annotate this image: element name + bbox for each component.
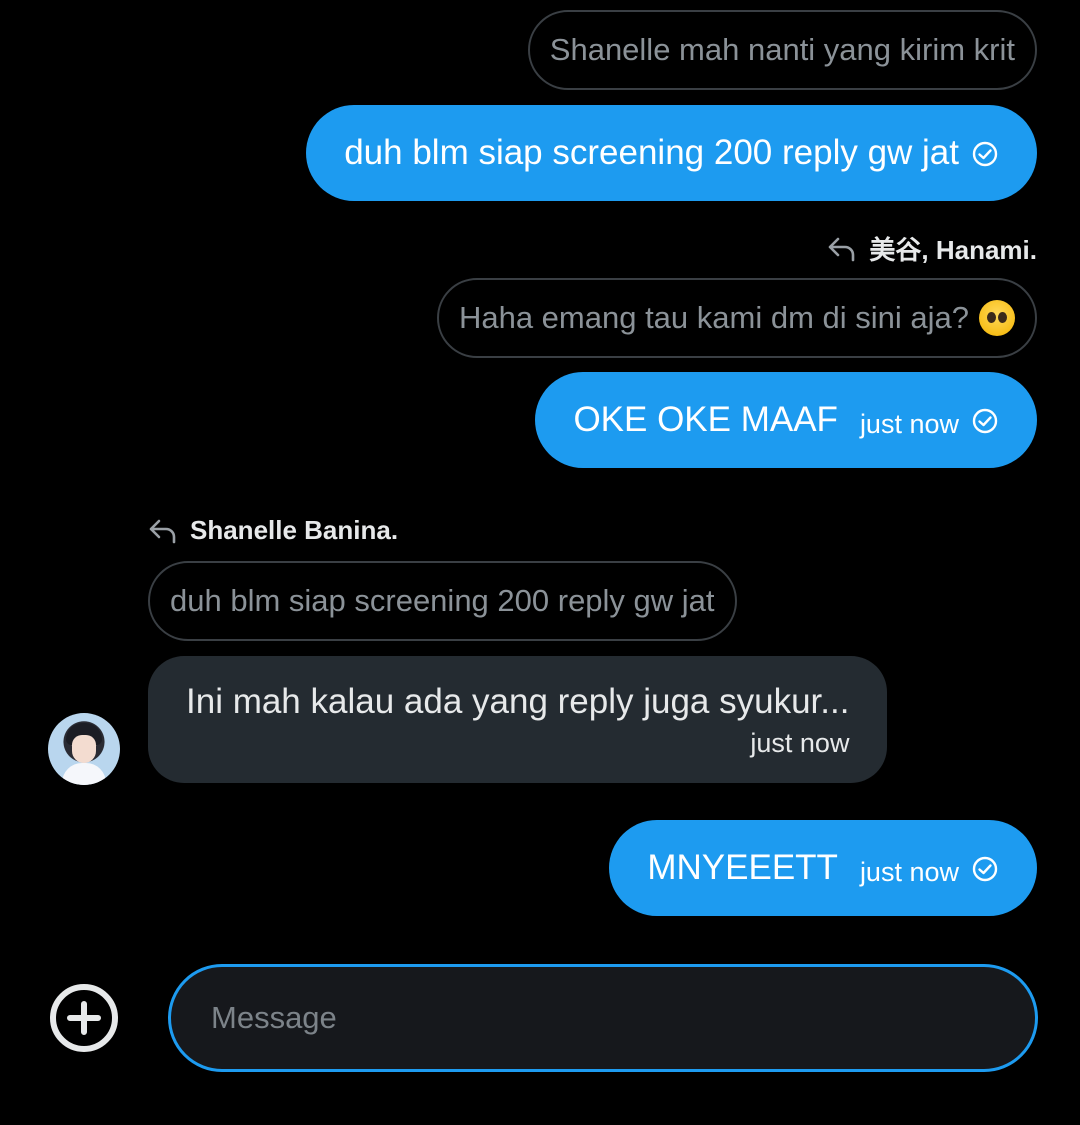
message-text: MNYEEETT bbox=[647, 848, 838, 887]
avatar-face bbox=[72, 735, 96, 763]
message-text: duh blm siap screening 200 reply gw jat bbox=[344, 133, 959, 172]
quoted-message[interactable]: Shanelle mah nanti yang kirim krit bbox=[527, 10, 1037, 90]
avatar[interactable] bbox=[48, 713, 120, 785]
quoted-message-text: duh blm siap screening 200 reply gw jat bbox=[170, 583, 715, 618]
reply-context: 美谷, Hanami. bbox=[827, 230, 1037, 267]
reply-target-name: Shanelle Banina. bbox=[190, 515, 399, 545]
reply-target-name: 美谷, Hanami. bbox=[869, 235, 1037, 265]
reply-arrow-icon bbox=[829, 237, 855, 261]
reply-arrow-icon bbox=[149, 519, 176, 543]
message-input-box[interactable] bbox=[168, 964, 1038, 1072]
outgoing-message[interactable]: duh blm siap screening 200 reply gw jat bbox=[306, 105, 1037, 201]
avatar-body bbox=[62, 763, 106, 785]
outgoing-message[interactable]: OKE OKE MAAF just now bbox=[535, 372, 1037, 468]
message-input[interactable] bbox=[211, 1000, 1035, 1036]
message-time: just now bbox=[859, 856, 959, 887]
message-text: Ini mah kalau ada yang reply juga syukur… bbox=[186, 682, 850, 721]
outgoing-message[interactable]: MNYEEETT just now bbox=[609, 820, 1037, 916]
pleading-face-icon bbox=[979, 300, 1015, 336]
message-time: just now bbox=[750, 728, 850, 758]
quoted-message[interactable]: Haha emang tau kami dm di sini aja? bbox=[436, 278, 1037, 358]
quoted-message-text: Haha emang tau kami dm di sini aja? bbox=[458, 300, 969, 335]
reply-context: Shanelle Banina. bbox=[148, 515, 398, 546]
incoming-message[interactable]: Ini mah kalau ada yang reply juga syukur… bbox=[148, 656, 888, 783]
message-text: OKE OKE MAAF bbox=[573, 400, 838, 439]
check-circle-icon bbox=[971, 849, 999, 888]
message-time: just now bbox=[859, 408, 959, 439]
check-circle-icon bbox=[971, 401, 999, 440]
plus-circle-icon bbox=[50, 984, 118, 1052]
quoted-message[interactable]: duh blm siap screening 200 reply gw jat bbox=[148, 561, 737, 641]
check-circle-icon bbox=[971, 134, 999, 173]
quoted-message-text: Shanelle mah nanti yang kirim krit bbox=[549, 32, 1015, 67]
add-media-button[interactable] bbox=[48, 982, 120, 1054]
